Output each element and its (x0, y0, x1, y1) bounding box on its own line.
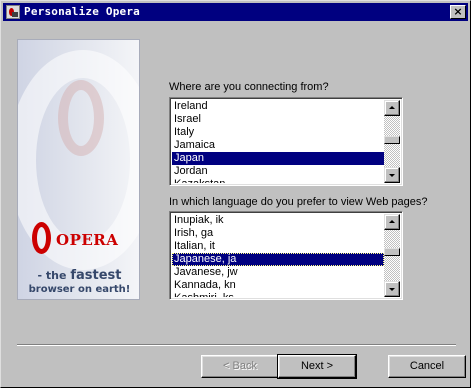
banner-tagline-1: - the fastest (18, 268, 139, 283)
arrow-down-icon (389, 174, 395, 177)
title-bar[interactable]: Personalize Opera × (3, 3, 468, 21)
language-prompt: In which language do you prefer to view … (169, 196, 428, 208)
language-list-item[interactable]: Irish, ga (172, 227, 384, 240)
country-list-items: IrelandIsraelItalyJamaicaJapanJordanKaza… (172, 100, 384, 183)
language-list-items: Inupiak, ik Irish, ga Italian, it Japanese,… (172, 214, 384, 297)
arrow-up-icon (389, 106, 395, 109)
language-scroll-down-button[interactable] (384, 281, 400, 297)
opera-o-icon (32, 222, 51, 254)
country-list-item[interactable]: Ireland (172, 100, 384, 113)
opera-app-icon (6, 5, 20, 19)
language-list-item[interactable]: Inupiak, ik (172, 214, 384, 227)
country-list-item[interactable]: Kazakstan (172, 178, 384, 183)
language-list-item[interactable]: Japanese, ja (172, 253, 384, 266)
cancel-button[interactable]: Cancel (388, 355, 466, 378)
language-list-item[interactable]: Kannada, kn (172, 279, 384, 292)
opera-logo-text: OPERA (56, 231, 119, 249)
arrow-down-icon (389, 288, 395, 291)
arrow-up-icon (389, 220, 395, 223)
country-list-item[interactable]: Japan (172, 152, 384, 165)
country-listbox[interactable]: IrelandIsraelItalyJamaicaJapanJordanKaza… (169, 97, 403, 186)
country-list-item[interactable]: Jamaica (172, 139, 384, 152)
button-separator (17, 344, 456, 346)
banner-watermark-o (58, 80, 104, 156)
country-list-item[interactable]: Jordan (172, 165, 384, 178)
banner-tagline-2: browser on earth! (28, 284, 131, 295)
language-scroll-thumb[interactable] (384, 248, 400, 256)
close-button[interactable]: × (450, 5, 466, 19)
language-scrollbar[interactable] (384, 214, 400, 297)
language-list-item[interactable]: Kashmiri, ks (172, 292, 384, 297)
language-scroll-up-button[interactable] (384, 214, 400, 230)
opera-banner: OPERA - the fastest browser on earth! (17, 39, 140, 300)
country-scroll-down-button[interactable] (384, 167, 400, 183)
language-list-item[interactable]: Italian, it (172, 240, 384, 253)
country-list-item[interactable]: Israel (172, 113, 384, 126)
opera-logo: OPERA (32, 222, 139, 256)
language-list-item[interactable]: Javanese, jw (172, 266, 384, 279)
country-scroll-thumb[interactable] (384, 136, 400, 144)
tagline-prefix: - the (37, 269, 71, 282)
connection-prompt: Where are you connecting from? (169, 81, 329, 93)
language-listbox[interactable]: Inupiak, ik Irish, ga Italian, it Japanese,… (169, 211, 403, 300)
country-scroll-up-button[interactable] (384, 100, 400, 116)
back-button[interactable]: < Back (201, 355, 279, 378)
next-button[interactable]: Next > (277, 354, 357, 379)
country-list-item[interactable]: Italy (172, 126, 384, 139)
personalize-dialog: Personalize Opera × OPERA - the fastest … (0, 0, 471, 388)
country-scrollbar[interactable] (384, 100, 400, 183)
tagline-emphasis: fastest (70, 268, 122, 283)
window-title: Personalize Opera (24, 5, 140, 18)
